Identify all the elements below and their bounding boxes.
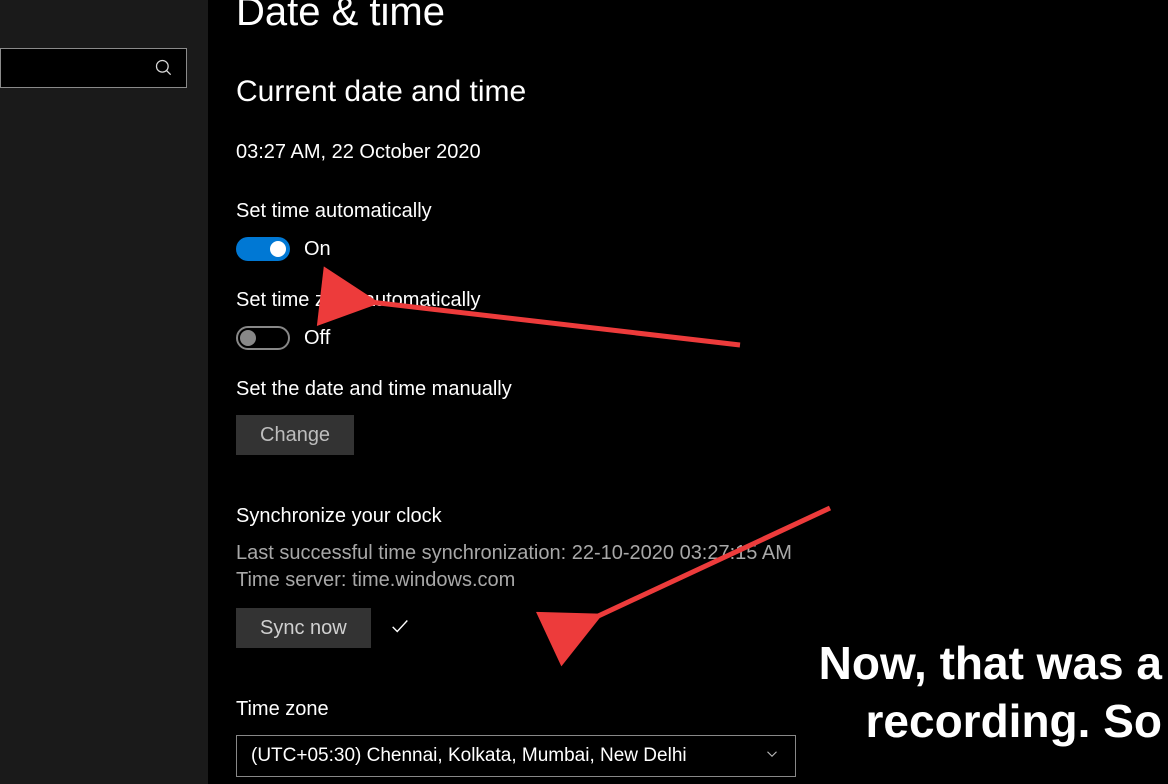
set-time-auto-label: Set time automatically (236, 200, 1168, 223)
sync-last-line: Last successful time synchronization: 22… (236, 540, 1168, 567)
subtitle-line-1: Now, that was a (819, 635, 1162, 693)
set-tz-auto-toggle[interactable] (236, 326, 290, 350)
change-button[interactable]: Change (236, 415, 354, 455)
set-time-auto-toggle[interactable] (236, 237, 290, 261)
sync-server-line: Time server: time.windows.com (236, 567, 1168, 594)
sync-title: Synchronize your clock (236, 505, 1168, 528)
timezone-dropdown[interactable]: (UTC+05:30) Chennai, Kolkata, Mumbai, Ne… (236, 735, 796, 777)
current-datetime: 03:27 AM, 22 October 2020 (236, 141, 1168, 164)
subtitle-caption: Now, that was a recording. So (803, 625, 1168, 760)
subtitle-line-2: recording. So (819, 693, 1162, 751)
set-tz-auto-state: Off (304, 327, 330, 350)
set-time-auto-state: On (304, 238, 331, 261)
timezone-selected: (UTC+05:30) Chennai, Kolkata, Mumbai, Ne… (251, 745, 687, 767)
sync-info: Last successful time synchronization: 22… (236, 540, 1168, 594)
manual-set-label: Set the date and time manually (236, 378, 1168, 401)
search-box[interactable] (0, 48, 187, 88)
chevron-down-icon (763, 745, 781, 768)
set-tz-auto-label: Set time zone automatically (236, 289, 1168, 312)
section-title: Current date and time (236, 75, 1168, 109)
sync-now-button[interactable]: Sync now (236, 608, 371, 648)
search-input[interactable] (0, 59, 154, 77)
page-title: Date & time (236, 0, 1168, 35)
sidebar (0, 0, 208, 784)
check-icon (389, 615, 411, 642)
search-icon (154, 58, 174, 78)
